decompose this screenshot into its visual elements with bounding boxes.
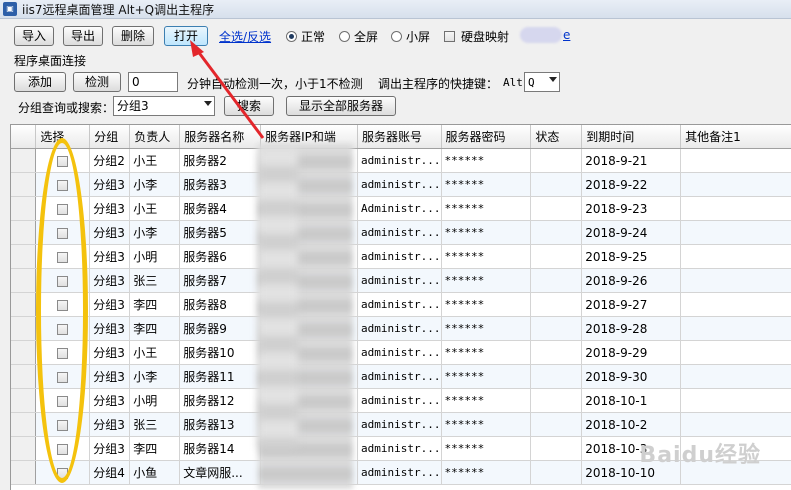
- watermark: Baidu经验: [639, 443, 761, 468]
- annotation-arrow: [190, 40, 265, 139]
